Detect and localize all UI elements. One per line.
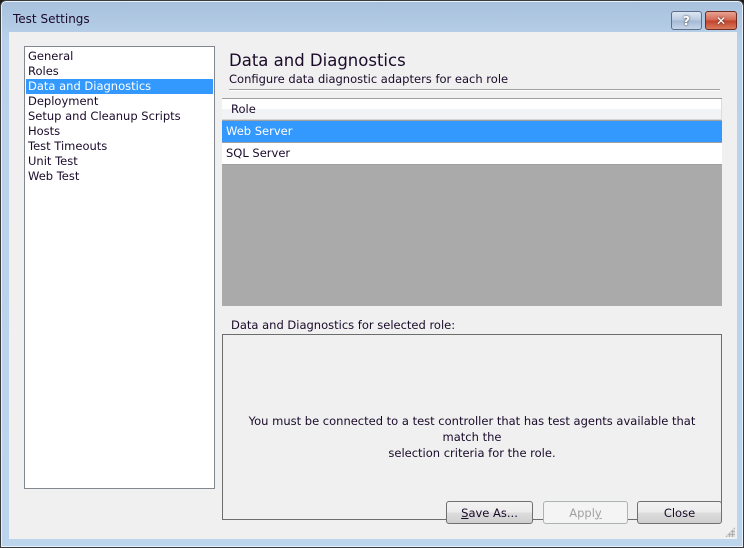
help-icon: ?	[683, 13, 690, 28]
dialog-client-area: General Roles Data and Diagnostics Deplo…	[9, 32, 737, 539]
apply-mnemonic: y	[594, 505, 602, 520]
role-row-web-server[interactable]: Web Server	[222, 120, 722, 143]
nav-item-test-timeouts[interactable]: Test Timeouts	[25, 139, 214, 154]
nav-item-hosts[interactable]: Hosts	[25, 124, 214, 139]
close-button[interactable]: Close	[637, 501, 722, 524]
nav-item-data-and-diagnostics[interactable]: Data and Diagnostics	[26, 79, 213, 94]
message-line-1: You must be connected to a test controll…	[248, 414, 696, 444]
nav-item-unit-test[interactable]: Unit Test	[25, 154, 214, 169]
close-icon: ✕	[715, 13, 727, 28]
save-as-mnemonic: S	[461, 505, 469, 520]
message-line-2: selection criteria for the role.	[388, 446, 556, 460]
nav-item-roles[interactable]: Roles	[25, 64, 214, 79]
title-bar[interactable]: Test Settings ? ✕	[1, 1, 743, 33]
nav-item-web-test[interactable]: Web Test	[25, 169, 214, 184]
help-button[interactable]: ?	[671, 11, 702, 30]
nav-item-general[interactable]: General	[25, 49, 214, 64]
window-close-button[interactable]: ✕	[705, 11, 737, 30]
nav-item-deployment[interactable]: Deployment	[25, 94, 214, 109]
header-divider	[229, 89, 720, 91]
resize-grip-icon[interactable]	[725, 527, 735, 537]
page-subtitle: Configure data diagnostic adapters for e…	[229, 72, 509, 86]
role-column-header[interactable]: Role	[222, 99, 722, 120]
selected-role-diagnostics-label: Data and Diagnostics for selected role:	[231, 318, 456, 332]
settings-category-list[interactable]: General Roles Data and Diagnostics Deplo…	[24, 46, 215, 489]
apply-label: Appl	[569, 505, 595, 520]
save-as-label: ave As...	[468, 505, 518, 520]
window-title: Test Settings	[13, 12, 90, 26]
save-as-button[interactable]: Save As...	[446, 501, 533, 524]
page-title: Data and Diagnostics	[229, 51, 406, 70]
apply-button[interactable]: Appl y	[543, 501, 628, 524]
nav-item-setup-and-cleanup-scripts[interactable]: Setup and Cleanup Scripts	[25, 109, 214, 124]
selected-role-diagnostics-panel: You must be connected to a test controll…	[222, 334, 722, 520]
no-controller-message: You must be connected to a test controll…	[223, 413, 721, 461]
role-row-sql-server[interactable]: SQL Server	[222, 143, 722, 165]
roles-grid[interactable]: Role Web Server SQL Server	[222, 98, 722, 306]
test-settings-dialog: Test Settings ? ✕ General Roles Data and…	[0, 0, 744, 548]
